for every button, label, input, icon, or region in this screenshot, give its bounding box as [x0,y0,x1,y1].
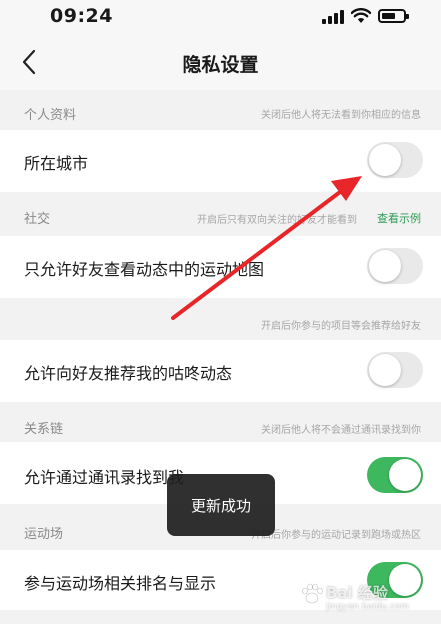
setting-row-city: 所在城市 [0,130,441,192]
toast-text: 更新成功 [190,497,251,515]
battery-icon [378,9,409,23]
watermark-url: jingyan.baidu.com [326,602,410,612]
setting-row-friends-map: 只允许好友查看动态中的运动地图 [0,236,441,298]
friends-map-toggle[interactable] [367,248,423,284]
setting-label: 允许通过通讯录找到我 [24,468,185,487]
setting-label: 参与运动场相关排名与显示 [24,574,217,593]
city-toggle[interactable] [367,142,423,178]
setting-label: 只允许好友查看动态中的运动地图 [24,260,265,279]
section-header-personal: 个人资料 关闭后他人将无法看到你相应的信息 [0,90,441,130]
status-time: 09:24 [50,5,113,27]
recommend-toggle[interactable] [367,352,423,388]
baidu-jingyan-watermark: Bai 经验 jingyan.baidu.com [300,578,436,618]
nav-bar: 隐私设置 [0,34,441,90]
section-hint: 关闭后他人将无法看到你相应的信息 [261,110,421,121]
setting-row-recommend: 允许向好友推荐我的咕咚动态 [0,340,441,402]
toast: 更新成功 [167,474,275,536]
section-hint: 开启后你参与的项目等会推荐给好友 [261,321,421,332]
watermark-text: Bai 经验 [326,584,388,602]
section-title: 社交 [24,212,51,227]
paw-icon [302,583,323,604]
cellular-signal-icon [322,10,344,24]
wifi-icon [351,8,371,23]
section-title: 个人资料 [24,108,77,123]
section-hint: 开启后你参与的运动记录到跑场或热区 [251,530,421,541]
section-hint: 开启后只有双向关注的好友才能看到 [197,215,357,226]
section-header-relations: 关系链 关闭后他人将不会通过通讯录找到你 [0,402,441,442]
status-bar: 09:24 [0,0,441,34]
section-title: 关系链 [24,422,64,437]
setting-label: 所在城市 [24,154,89,173]
section-header-social: 社交 开启后只有双向关注的好友才能看到 查看示例 [0,192,441,236]
section-hint: 关闭后他人将不会通过通讯录找到你 [261,425,421,436]
setting-label: 允许向好友推荐我的咕咚动态 [24,364,233,383]
section-title: 运动场 [24,527,64,542]
contacts-toggle[interactable] [367,457,423,493]
view-example-link[interactable]: 查看示例 [377,210,421,226]
section-header-social-recommend: 开启后你参与的项目等会推荐给好友 [0,298,441,340]
page-title: 隐私设置 [182,54,259,76]
